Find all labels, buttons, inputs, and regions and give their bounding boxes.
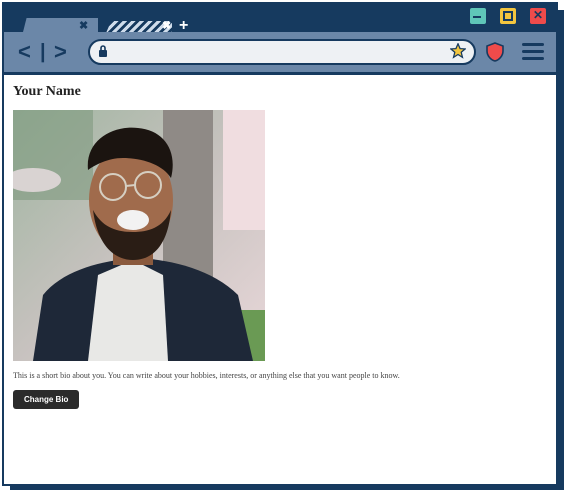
close-icon[interactable]: ✖ — [162, 19, 171, 32]
close-icon: ✕ — [533, 8, 544, 22]
lock-icon — [99, 45, 107, 57]
chevron-right-icon[interactable]: > — [54, 41, 67, 63]
close-window-button[interactable]: ✕ — [528, 6, 548, 26]
profile-photo — [13, 110, 265, 361]
page-title: Your Name — [13, 84, 81, 99]
star-icon[interactable] — [450, 43, 466, 59]
maximize-button[interactable] — [498, 6, 518, 26]
address-bar[interactable] — [88, 39, 476, 65]
page-content: Your Name This is a short bio about you.… — [13, 84, 543, 409]
chevron-left-icon[interactable]: < — [18, 41, 31, 63]
bio-text: This is a short bio about you. You can w… — [13, 371, 400, 380]
shield-icon[interactable] — [486, 42, 504, 62]
change-bio-button[interactable]: Change Bio — [13, 390, 80, 409]
minimize-icon — [473, 16, 481, 18]
minimize-button[interactable] — [468, 6, 488, 26]
maximize-icon — [503, 11, 513, 21]
toolbar: < | > — [4, 32, 556, 75]
close-icon[interactable]: ✖ — [79, 19, 88, 32]
divider-icon: | — [40, 41, 46, 63]
hamburger-icon[interactable] — [522, 43, 544, 64]
